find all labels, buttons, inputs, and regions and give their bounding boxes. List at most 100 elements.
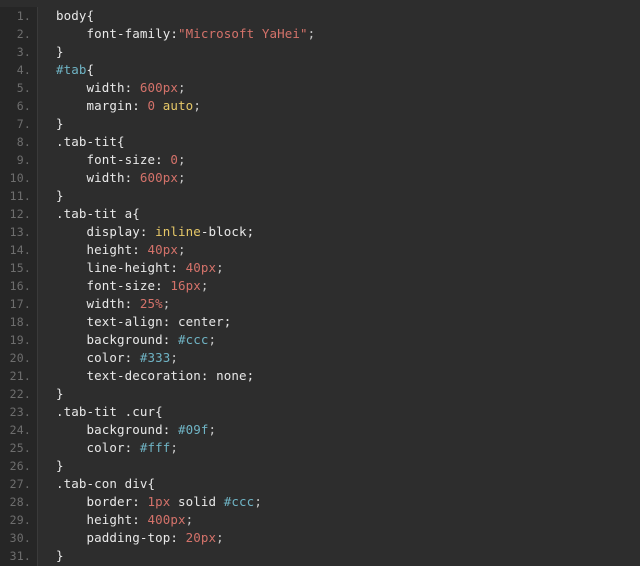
code-line[interactable]: } — [56, 115, 640, 133]
code-token-keyword: auto — [162, 98, 194, 113]
code-token-num: 16px — [170, 278, 201, 293]
code-line[interactable]: color: #333; — [56, 349, 640, 367]
code-token-plain: solid — [170, 494, 224, 509]
code-token-plain: .tab-con div{ — [56, 476, 156, 491]
line-number: 1. — [16, 9, 31, 23]
code-line[interactable]: font-size: 0; — [56, 151, 640, 169]
code-editor: 1. 2. 3. 4. 5. 6. 7. 8. 9. 10. 11. 12. 13. 14. 15. 16. 1… — [0, 0, 640, 566]
code-token-punct: ; — [254, 494, 262, 509]
code-token-prop: border: — [56, 494, 148, 509]
line-number: 28. — [9, 495, 31, 509]
code-token-plain: } — [56, 386, 64, 401]
code-line[interactable]: padding-top: 20px; — [56, 529, 640, 547]
code-token-prop: height: — [56, 512, 148, 527]
code-token-num: 20px — [185, 530, 217, 545]
line-number: 13. — [9, 225, 31, 239]
line-number: 19. — [9, 333, 31, 347]
editor-body: 1. 2. 3. 4. 5. 6. 7. 8. 9. 10. 11. 12. 13. 14. 15. 16. 1… — [0, 0, 640, 566]
code-line[interactable]: #tab{ — [56, 61, 640, 79]
code-line[interactable]: background: #ccc; — [56, 331, 640, 349]
code-line[interactable]: width: 25%; — [56, 295, 640, 313]
code-line[interactable]: .tab-tit .cur{ — [56, 403, 640, 421]
line-number: 31. — [9, 549, 31, 563]
code-line[interactable]: body{ — [56, 7, 640, 25]
line-number: 10. — [9, 171, 31, 185]
code-line[interactable]: } — [56, 385, 640, 403]
code-token-punct: ; — [178, 152, 186, 167]
code-line[interactable]: height: 400px; — [56, 511, 640, 529]
code-token-sel-id: #tab — [56, 62, 87, 77]
code-token-punct: ; — [208, 422, 217, 437]
line-number: 11. — [9, 189, 31, 203]
code-token-plain: } — [56, 458, 64, 473]
line-number: 27. — [9, 477, 31, 491]
line-number: 15. — [9, 261, 31, 275]
line-number: 2. — [16, 27, 31, 41]
code-token-punct: ; — [178, 242, 186, 257]
code-line[interactable]: display: inline-block; — [56, 223, 640, 241]
code-line[interactable]: font-family:"Microsoft YaHei"; — [56, 25, 640, 43]
code-line[interactable]: } — [56, 457, 640, 475]
code-token-prop: width: — [56, 296, 140, 311]
code-token-plain: } — [56, 188, 64, 203]
code-token-num: 40px — [185, 260, 217, 275]
code-token-punct: ; — [185, 512, 194, 527]
code-line[interactable]: width: 600px; — [56, 79, 640, 97]
code-line[interactable]: .tab-tit a{ — [56, 205, 640, 223]
line-number: 12. — [9, 207, 31, 221]
line-number: 24. — [9, 423, 31, 437]
line-number: 9. — [16, 153, 31, 167]
code-line[interactable]: .tab-tit{ — [56, 133, 640, 151]
code-token-plain: .tab-tit{ — [56, 134, 125, 149]
line-number: 18. — [9, 315, 31, 329]
code-token-plain: text-align: center; — [56, 314, 232, 329]
code-token-keyword: inline — [155, 224, 201, 239]
line-number: 26. — [9, 459, 31, 473]
code-line[interactable]: text-decoration: none; — [56, 367, 640, 385]
code-token-num: 0 — [147, 98, 156, 113]
line-number: 25. — [9, 441, 31, 455]
code-line[interactable]: text-align: center; — [56, 313, 640, 331]
code-line[interactable]: background: #09f; — [56, 421, 640, 439]
code-token-plain: .tab-tit .cur{ — [56, 404, 163, 419]
code-token-prop: font-size: — [56, 152, 171, 167]
code-token-prop: color: — [56, 440, 140, 455]
code-token-num: 25% — [139, 296, 163, 311]
code-content[interactable]: body{ font-family:"Microsoft YaHei";} #ta… — [38, 7, 640, 565]
code-token-num: 40px — [147, 242, 179, 257]
line-number: 17. — [9, 297, 31, 311]
code-line[interactable]: } — [56, 43, 640, 61]
code-token-hex: #ccc — [178, 332, 209, 347]
line-number: 21. — [9, 369, 31, 383]
code-token-hex: #fff — [139, 440, 171, 455]
line-number: 5. — [16, 81, 31, 95]
code-line[interactable]: .tab-con div{ — [56, 475, 640, 493]
code-line[interactable]: height: 40px; — [56, 241, 640, 259]
line-number: 16. — [9, 279, 31, 293]
code-token-prop: height: — [56, 242, 148, 257]
code-token-prop: width: — [56, 80, 140, 95]
code-line[interactable]: } — [56, 547, 640, 565]
code-token-num: 0 — [170, 152, 179, 167]
code-line[interactable]: margin: 0 auto; — [56, 97, 640, 115]
code-token-plain: { — [86, 62, 95, 77]
code-line[interactable]: width: 600px; — [56, 169, 640, 187]
code-line[interactable]: border: 1px solid #ccc; — [56, 493, 640, 511]
code-line[interactable]: font-size: 16px; — [56, 277, 640, 295]
code-token-hex: #ccc — [223, 494, 255, 509]
code-token-prop: font-family: — [56, 26, 179, 41]
code-token-plain: -block; — [200, 224, 255, 239]
code-token-prop: line-height: — [56, 260, 186, 275]
code-line[interactable]: } — [56, 187, 640, 205]
line-number: 4. — [16, 63, 31, 77]
code-token-num: 1px — [147, 494, 171, 509]
code-token-prop: background: — [56, 422, 179, 437]
line-number: 22. — [9, 387, 31, 401]
code-line[interactable]: line-height: 40px; — [56, 259, 640, 277]
code-line[interactable]: color: #fff; — [56, 439, 640, 457]
line-number: 20. — [9, 351, 31, 365]
line-number: 23. — [9, 405, 31, 419]
code-token-plain: } — [56, 44, 64, 59]
code-token-punct: ; — [162, 296, 171, 311]
